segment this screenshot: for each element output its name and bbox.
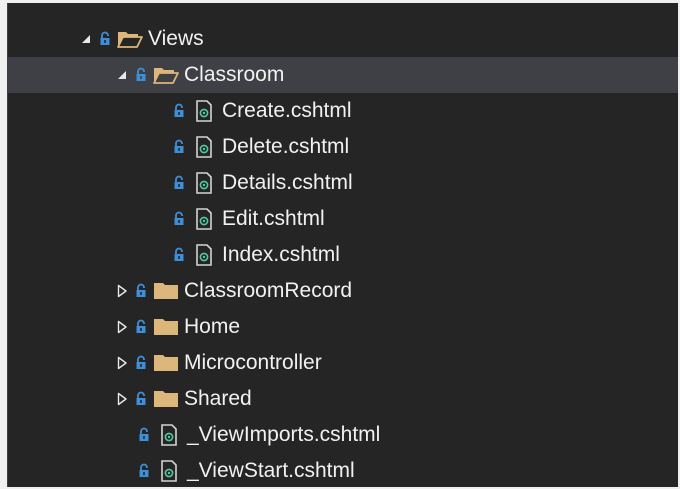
lock-icon: [134, 273, 148, 309]
tree-node-label: Index.cshtml: [222, 243, 340, 266]
file-tree: Views Classroom Create.cshtml Delete.csh…: [8, 21, 678, 489]
razor-file-icon: [155, 417, 183, 453]
lock-icon: [134, 57, 148, 93]
tree-node-classroom[interactable]: Classroom: [8, 57, 678, 93]
lock-icon: [172, 165, 186, 201]
razor-file-icon: [190, 93, 218, 129]
lock-icon: [172, 237, 186, 273]
tree-node-views[interactable]: Views: [8, 21, 678, 57]
folder-closed-icon: [152, 309, 180, 345]
tree-node-delete-cshtml[interactable]: Delete.cshtml: [8, 129, 678, 165]
lock-icon: [98, 21, 112, 57]
tree-node-create-cshtml[interactable]: Create.cshtml: [8, 93, 678, 129]
tree-node-details-cshtml[interactable]: Details.cshtml: [8, 165, 678, 201]
tree-node-label: Details.cshtml: [222, 171, 353, 194]
lock-icon: [137, 417, 151, 453]
tree-node-viewimports-cshtml[interactable]: _ViewImports.cshtml: [8, 417, 678, 453]
tree-node-label: Create.cshtml: [222, 99, 352, 122]
tree-node-index-cshtml[interactable]: Index.cshtml: [8, 237, 678, 273]
lock-icon: [134, 309, 148, 345]
tree-node-shared[interactable]: Shared: [8, 381, 678, 417]
razor-file-icon: [190, 129, 218, 165]
folder-closed-icon: [152, 381, 180, 417]
lock-icon: [134, 381, 148, 417]
lock-icon: [172, 129, 186, 165]
razor-file-icon: [190, 237, 218, 273]
tree-node-edit-cshtml[interactable]: Edit.cshtml: [8, 201, 678, 237]
tree-node-label: Edit.cshtml: [222, 207, 325, 230]
tree-node-classroomrecord[interactable]: ClassroomRecord: [8, 273, 678, 309]
tree-node-home[interactable]: Home: [8, 309, 678, 345]
folder-closed-icon: [152, 345, 180, 381]
tree-node-label: Views: [148, 27, 204, 50]
solution-explorer-window: Views Classroom Create.cshtml Delete.csh…: [0, 0, 680, 487]
expanded-arrow-icon[interactable]: [76, 21, 96, 57]
tree-node-microcontroller[interactable]: Microcontroller: [8, 345, 678, 381]
lock-icon: [172, 93, 186, 129]
tree-node-label: Microcontroller: [184, 351, 322, 374]
folder-open-icon: [116, 21, 144, 57]
tree-node-label: Delete.cshtml: [222, 135, 350, 158]
collapsed-arrow-icon[interactable]: [112, 345, 132, 381]
folder-closed-icon: [152, 273, 180, 309]
folder-open-icon: [152, 57, 180, 93]
tree-node-label: Classroom: [184, 63, 285, 86]
tree-node-label: Shared: [184, 387, 252, 410]
razor-file-icon: [190, 201, 218, 237]
tree-node-label: ClassroomRecord: [184, 279, 353, 302]
collapsed-arrow-icon[interactable]: [112, 381, 132, 417]
collapsed-arrow-icon[interactable]: [112, 309, 132, 345]
tree-node-label: _ViewImports.cshtml: [187, 423, 381, 446]
collapsed-arrow-icon[interactable]: [112, 273, 132, 309]
lock-icon: [134, 345, 148, 381]
expanded-arrow-icon[interactable]: [112, 57, 132, 93]
razor-file-icon: [190, 165, 218, 201]
tree-node-label: Home: [184, 315, 241, 338]
solution-explorer-panel: Views Classroom Create.cshtml Delete.csh…: [7, 3, 678, 487]
lock-icon: [172, 201, 186, 237]
